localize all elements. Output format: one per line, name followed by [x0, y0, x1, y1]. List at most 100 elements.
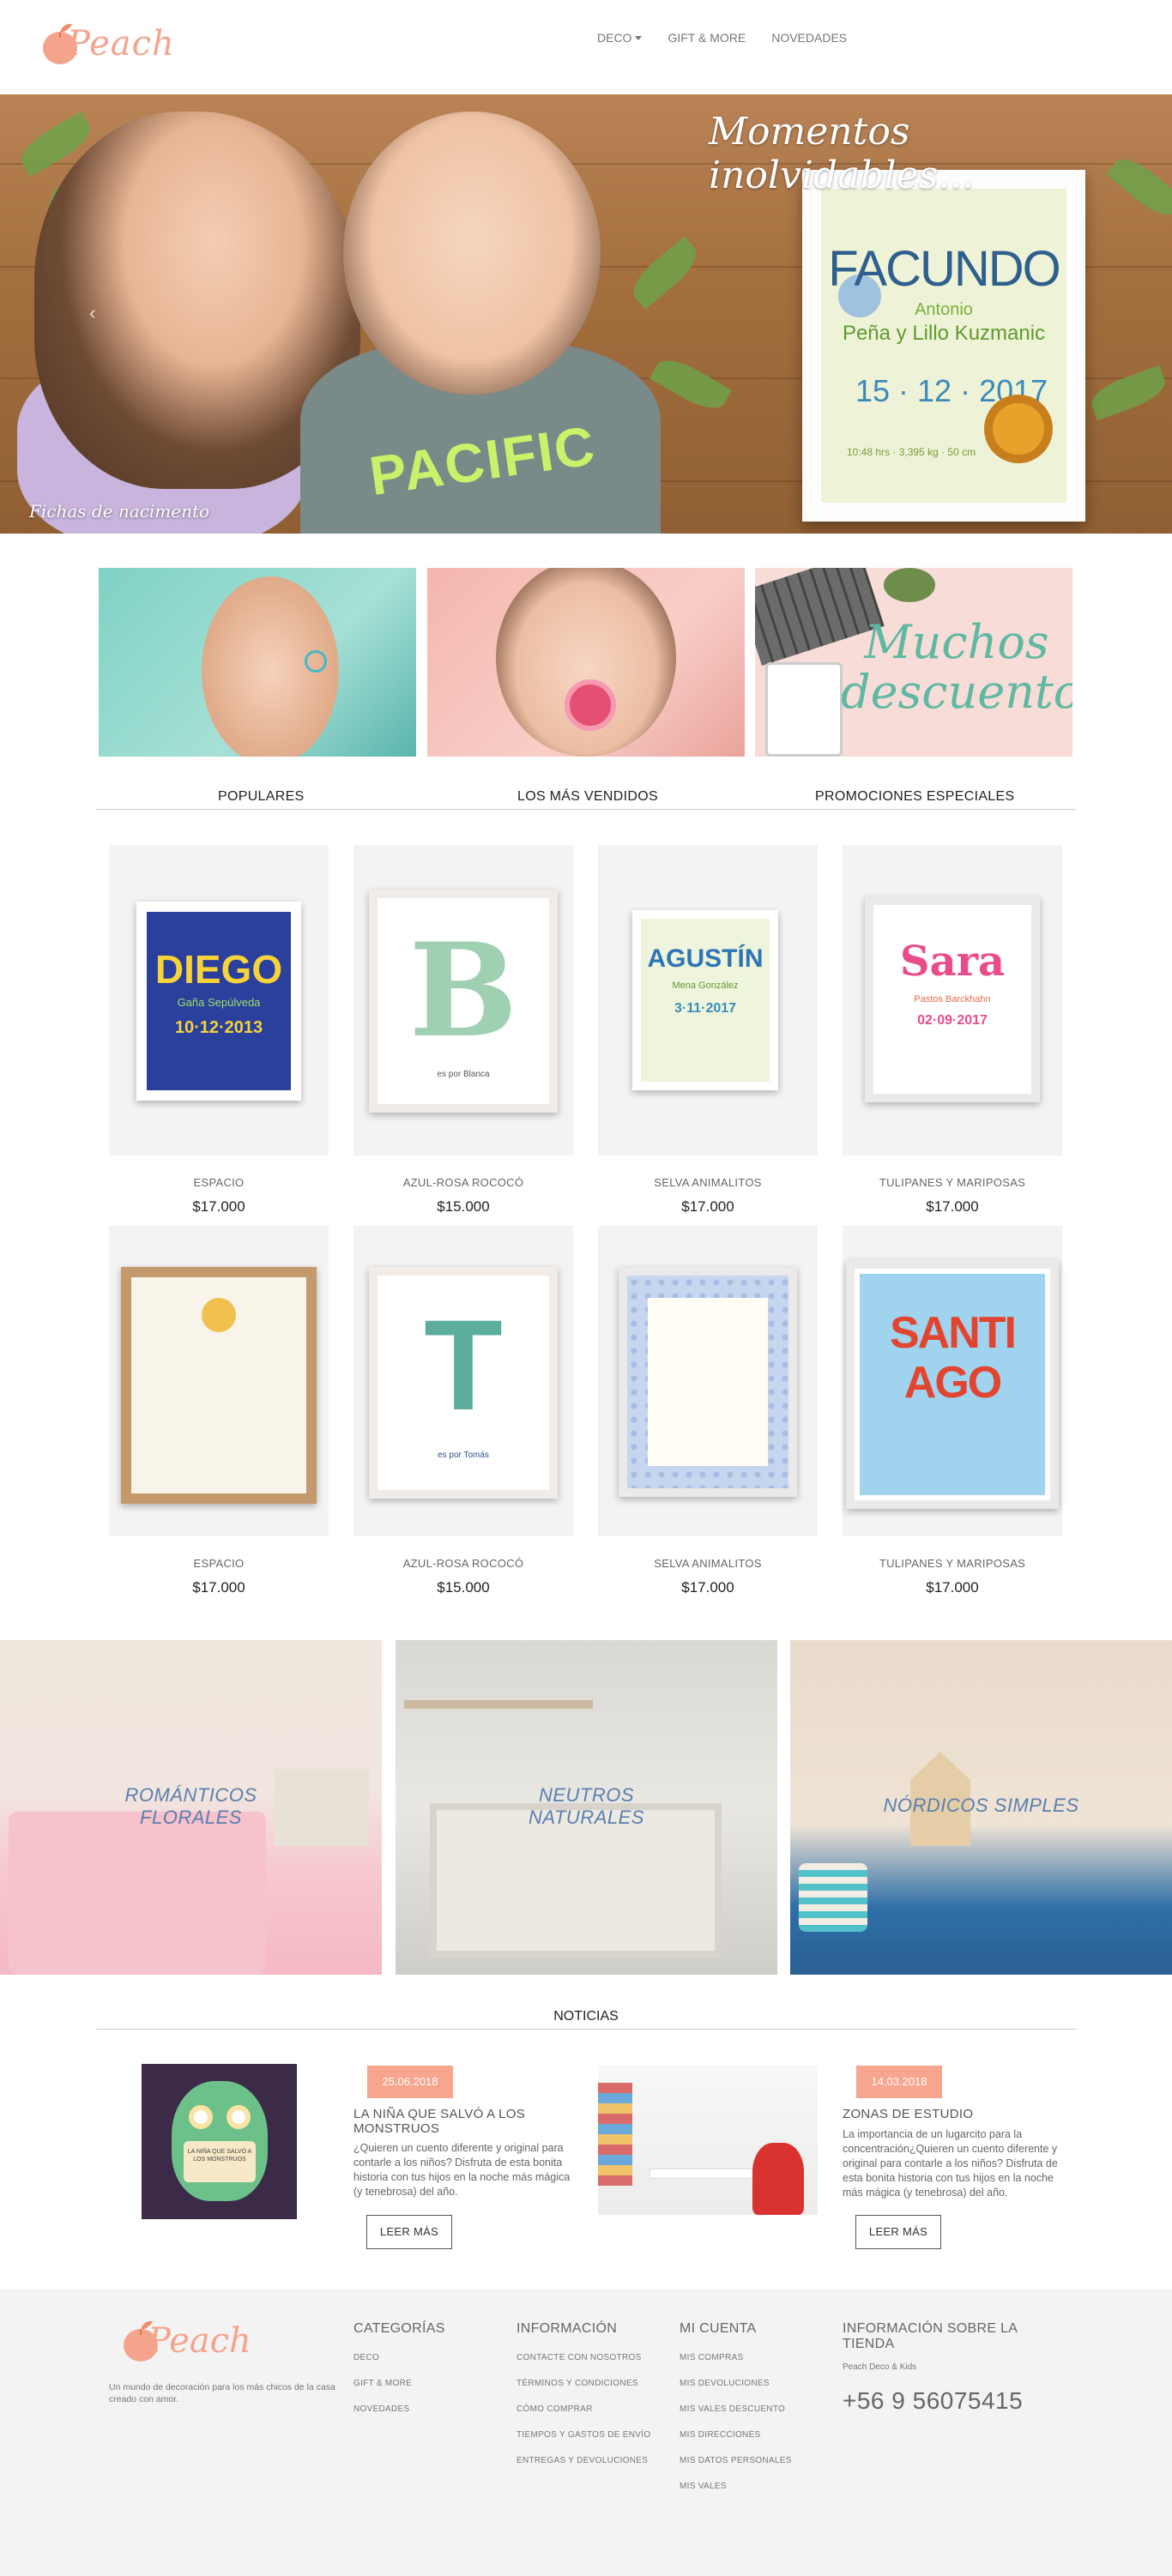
- product-price: $17.000: [926, 1198, 979, 1215]
- footer-logo[interactable]: Peach: [122, 2313, 251, 2368]
- poster-art: T es por Tomás: [384, 1282, 542, 1483]
- footer-link[interactable]: GIFT & MORE: [353, 2379, 412, 2388]
- product-image[interactable]: AGUSTÍN Mena González 3·11·2017: [598, 845, 818, 1155]
- art-title: B: [408, 915, 518, 1066]
- footer-link[interactable]: TIEMPOS Y GASTOS DE ENVÍO: [517, 2430, 650, 2440]
- nav-label: GIFT & MORE: [668, 31, 746, 45]
- nav-label: NOVEDADES: [771, 31, 848, 45]
- banner-discounts[interactable]: Muchos descuentos: [755, 568, 1072, 757]
- phone-photo: [765, 662, 843, 757]
- room-label-line: NEUTROS: [538, 1784, 635, 1806]
- product-name[interactable]: ESPACIO: [109, 1176, 329, 1189]
- logo-text: Peach: [148, 2321, 251, 2361]
- footer-link[interactable]: MIS DEVOLUCIONES: [680, 2379, 770, 2388]
- art-sub: Pastos Barckhahn: [914, 994, 991, 1004]
- news-image-monster[interactable]: LA NIÑA QUE SALVÓ A LOS MONSTRUOS: [142, 2064, 297, 2219]
- product-name[interactable]: TULIPANES Y MARIPOSAS: [843, 1557, 1062, 1570]
- banner-lollipop[interactable]: [427, 568, 745, 757]
- frame: [619, 1267, 797, 1497]
- footer-link[interactable]: MIS DIRECCIONES: [680, 2430, 761, 2440]
- product-name[interactable]: AZUL-ROSA ROCOCÓ: [353, 1176, 573, 1189]
- store-phone[interactable]: +56 9 56075415: [843, 2387, 1023, 2415]
- footer-link[interactable]: MIS DATOS PERSONALES: [680, 2456, 792, 2465]
- frame: B es por Blanca: [369, 890, 558, 1113]
- product-image[interactable]: Sara Pastos Barckhahn 02·09·2017: [843, 845, 1062, 1155]
- product-price: $17.000: [681, 1579, 734, 1596]
- poster-art: [627, 1276, 788, 1488]
- tab-promociones[interactable]: PROMOCIONES ESPECIALES: [815, 789, 1014, 805]
- plant-photo: [884, 568, 935, 602]
- footer-link[interactable]: MIS VALES DESCUENTO: [680, 2404, 785, 2414]
- birth-poster: FACUNDO Antonio Peña y Lillo Kuzmanic 15…: [821, 189, 1066, 503]
- product-name[interactable]: SELVA ANIMALITOS: [598, 1557, 818, 1570]
- art-sub: es por Tomás: [438, 1451, 489, 1460]
- art-sub: Gaña Sepúlveda: [177, 996, 261, 1009]
- lion-illustration: [984, 395, 1053, 463]
- product-image[interactable]: DIEGO Gaña Sepúlveda 10·12·2013: [109, 845, 329, 1155]
- art-title: T: [424, 1293, 503, 1437]
- nav-item-novedades[interactable]: NOVEDADES: [771, 31, 847, 45]
- birth-poster-frame: FACUNDO Antonio Peña y Lillo Kuzmanic 15…: [802, 170, 1085, 522]
- chevron-right-icon[interactable]: ›: [1076, 302, 1082, 324]
- footer-col-title-informacion: INFORMACIÓN: [517, 2321, 618, 2336]
- read-more-button[interactable]: LEER MÁS: [855, 2215, 941, 2249]
- hero-title: Momentos inolvidables...: [709, 110, 975, 197]
- footer-link[interactable]: CONTACTE CON NOSOTROS: [517, 2353, 642, 2362]
- hero-caption: Fichas de nacimento: [29, 501, 210, 522]
- room-nordicos-simples[interactable]: NÓRDICOS SIMPLES: [790, 1640, 1172, 1975]
- leaf-decoration: [1086, 365, 1170, 421]
- product-name[interactable]: SELVA ANIMALITOS: [598, 1176, 818, 1189]
- footer-link[interactable]: ENTREGAS Y DEVOLUCIONES: [517, 2456, 648, 2465]
- product-image[interactable]: T es por Tomás: [353, 1226, 573, 1536]
- room-neutros-naturales[interactable]: NEUTROS NATURALES: [396, 1640, 777, 1975]
- poster-art: AGUSTÍN Mena González 3·11·2017: [641, 919, 770, 1082]
- product-image[interactable]: B es por Blanca: [353, 845, 573, 1155]
- art-date: 02·09·2017: [917, 1013, 988, 1028]
- banner-bubbles[interactable]: [99, 568, 416, 757]
- news-headline[interactable]: ZONAS DE ESTUDIO: [843, 2107, 1066, 2121]
- news-headline[interactable]: LA NIÑA QUE SALVÓ A LOS MONSTRUOS: [353, 2107, 577, 2136]
- footer-link[interactable]: DECO: [353, 2353, 379, 2362]
- nav-item-gift-more[interactable]: GIFT & MORE: [668, 31, 746, 45]
- news-excerpt: La importancia de un lugarcito para la c…: [843, 2128, 1058, 2199]
- poster-art: B es por Blanca: [386, 907, 541, 1095]
- monster-sign: LA NIÑA QUE SALVÓ A LOS MONSTRUOS: [184, 2141, 256, 2182]
- poster-info: 10:48 hrs · 3,395 kg · 50 cm: [847, 446, 976, 458]
- footer-link[interactable]: TÉRMINOS Y CONDICIONES: [517, 2379, 638, 2388]
- product-name[interactable]: AZUL-ROSA ROCOCÓ: [353, 1557, 573, 1570]
- logo-text: Peach: [67, 24, 175, 63]
- room-label-line: FLORALES: [140, 1807, 242, 1828]
- product-name[interactable]: ESPACIO: [109, 1557, 329, 1570]
- tab-mas-vendidos[interactable]: LOS MÁS VENDIDOS: [517, 789, 658, 805]
- read-more-button[interactable]: LEER MÁS: [366, 2215, 452, 2249]
- monster-eye: [189, 2105, 213, 2129]
- footer-link[interactable]: MIS COMPRAS: [680, 2353, 743, 2362]
- art-title: SANTIAGO: [890, 1308, 1017, 1408]
- room-label-line: NATURALES: [529, 1807, 644, 1828]
- frame: AGUSTÍN Mena González 3·11·2017: [632, 910, 778, 1090]
- site-logo[interactable]: Peach: [41, 15, 174, 70]
- product-price: $17.000: [926, 1579, 979, 1596]
- frame: [121, 1267, 317, 1504]
- poster-art: [131, 1277, 306, 1493]
- art-title: AGUSTÍN: [647, 944, 764, 973]
- room-romanticos-florales[interactable]: ROMÁNTICOS FLORALES: [0, 1640, 382, 1975]
- product-image[interactable]: [598, 1226, 818, 1536]
- tab-populares[interactable]: POPULARES: [218, 789, 305, 805]
- footer-link[interactable]: MIS VALES: [680, 2482, 727, 2491]
- product-tabs: POPULARES LOS MÁS VENDIDOS PROMOCIONES E…: [96, 787, 1076, 810]
- shelf-photo: [404, 1700, 593, 1709]
- product-price: $17.000: [192, 1198, 245, 1215]
- footer-link[interactable]: NOVEDADES: [353, 2404, 410, 2414]
- nav-item-deco[interactable]: DECO: [597, 31, 643, 45]
- news-image-study[interactable]: [598, 2066, 818, 2215]
- product-name[interactable]: TULIPANES Y MARIPOSAS: [843, 1176, 1062, 1189]
- product-image[interactable]: [109, 1226, 329, 1536]
- product-image[interactable]: SANTIAGO: [843, 1226, 1062, 1536]
- footer-tagline: Un mundo de decoración para los más chic…: [109, 2382, 335, 2404]
- news-section-header: NOTICIAS: [96, 2007, 1076, 2030]
- chevron-left-icon[interactable]: ‹: [89, 302, 95, 324]
- product-price: $15.000: [437, 1198, 490, 1215]
- store-info-title-line: INFORMACIÓN SOBRE LA: [843, 2321, 1018, 2336]
- footer-link[interactable]: CÓMO COMPRAR: [517, 2404, 593, 2414]
